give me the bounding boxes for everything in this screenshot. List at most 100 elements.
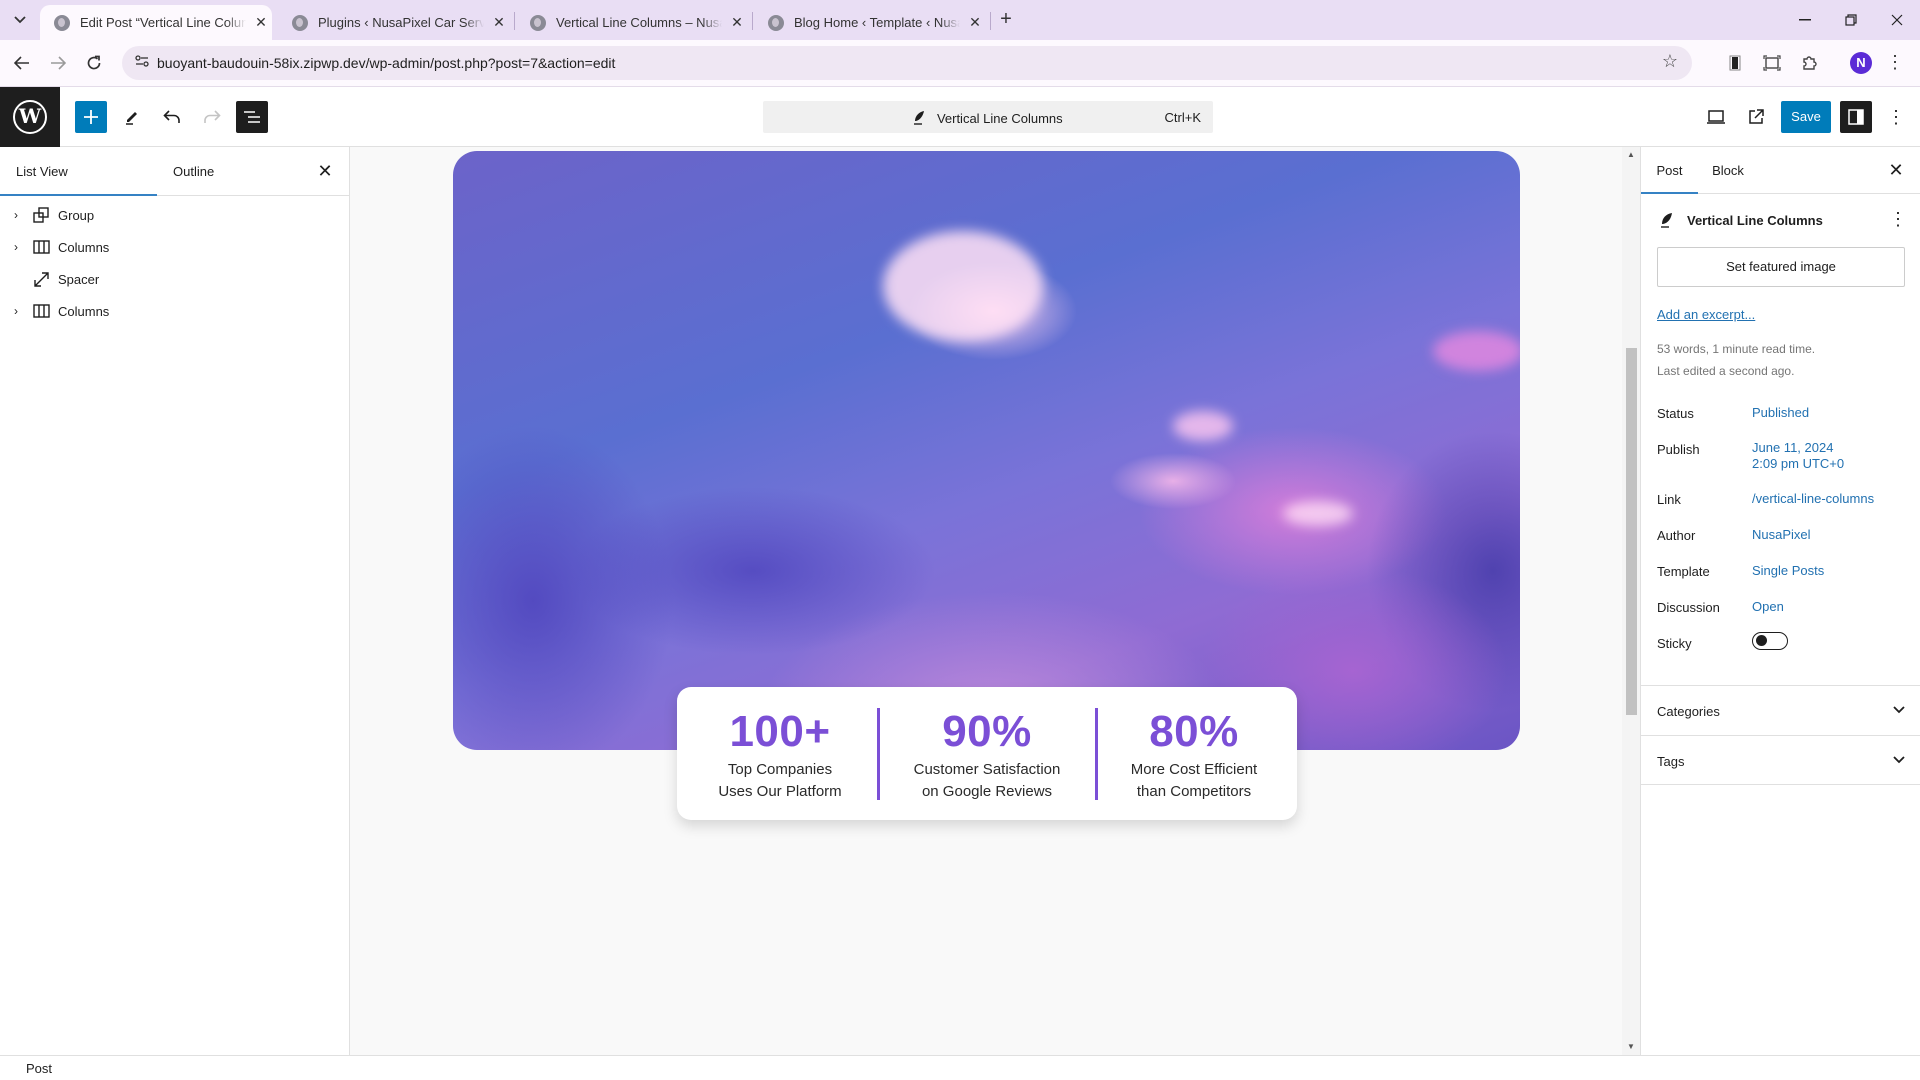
tags-panel-toggle[interactable]: Tags (1641, 735, 1920, 785)
wordpress-logo-button[interactable]: W (0, 87, 60, 147)
arrow-right-icon (51, 56, 66, 70)
save-button[interactable]: Save (1781, 101, 1831, 133)
tab-title: Edit Post “Vertical Line Columns” (80, 15, 246, 30)
new-tab-button[interactable]: + (995, 9, 1017, 31)
command-palette-bar[interactable]: Vertical Line Columns Ctrl+K (763, 101, 1213, 133)
tools-button[interactable] (116, 101, 148, 133)
close-icon (1891, 14, 1903, 26)
browser-tab-edit-post[interactable]: Edit Post “Vertical Line Columns” ✕ (40, 5, 272, 40)
preview-button[interactable] (1700, 101, 1732, 133)
close-tab-icon[interactable]: ✕ (490, 14, 508, 31)
tab-post[interactable]: Post (1641, 147, 1698, 194)
bookmark-star-icon[interactable]: ☆ (1662, 51, 1678, 72)
hero-cloud-image[interactable] (453, 151, 1520, 750)
url-text[interactable]: buoyant-baudouin-58ix.zipwp.dev/wp-admin… (157, 55, 615, 71)
reload-button[interactable] (82, 51, 106, 75)
chevron-right-icon[interactable]: › (0, 208, 32, 222)
chevron-down-icon (1893, 702, 1905, 717)
tab-block[interactable]: Block (1698, 147, 1758, 194)
view-post-button[interactable] (1740, 101, 1772, 133)
discussion-label: Discussion (1657, 600, 1720, 615)
columns-icon (32, 238, 50, 256)
plus-icon (84, 110, 98, 124)
cloud-highlight (1433, 331, 1520, 371)
author-label: Author (1657, 528, 1696, 543)
list-item-group[interactable]: › Group (0, 199, 349, 231)
back-button[interactable] (10, 51, 34, 75)
profile-avatar[interactable]: N (1850, 52, 1872, 74)
arrow-left-icon (14, 56, 29, 70)
command-bar-title: Vertical Line Columns (936, 111, 1063, 126)
post-actions-menu-icon[interactable]: ⋮ (1889, 209, 1907, 230)
stats-card[interactable]: 100+ Top Companies Uses Our Platform 90%… (677, 687, 1297, 820)
options-menu-icon[interactable]: ⋮ (1880, 101, 1912, 133)
set-featured-image-button[interactable]: Set featured image (1657, 247, 1905, 287)
tab-search-dropdown[interactable] (8, 9, 32, 31)
address-bar[interactable]: buoyant-baudouin-58ix.zipwp.dev/wp-admin… (122, 46, 1692, 80)
chevron-right-icon[interactable]: › (0, 240, 32, 254)
link-value[interactable]: /vertical-line-columns (1752, 491, 1874, 507)
close-tab-icon[interactable]: ✕ (252, 14, 270, 31)
breadcrumb-post[interactable]: Post (26, 1061, 52, 1076)
tab-list-view[interactable]: List View (0, 147, 157, 196)
forward-button[interactable] (46, 51, 70, 75)
list-item-columns[interactable]: › Columns (0, 295, 349, 327)
post-title: Vertical Line Columns (1687, 213, 1823, 228)
block-inserter-button[interactable] (75, 101, 107, 133)
browser-tab-plugins[interactable]: Plugins ‹ NusaPixel Car Service — ✕ (278, 5, 510, 40)
categories-panel-toggle[interactable]: Categories (1641, 685, 1920, 735)
browser-tab-strip: Edit Post “Vertical Line Columns” ✕ Plug… (0, 0, 1920, 40)
extensions-button[interactable] (1797, 51, 1821, 75)
command-shortcut: Ctrl+K (1164, 110, 1201, 125)
browser-tab-vertical-line-columns[interactable]: Vertical Line Columns – NusaPixel ✕ (516, 5, 748, 40)
list-item-label: Spacer (58, 271, 100, 287)
sticky-toggle[interactable] (1752, 632, 1788, 650)
scroll-down-arrow-icon[interactable]: ▼ (1622, 1039, 1640, 1055)
restore-button[interactable] (1836, 8, 1866, 32)
close-tab-icon[interactable]: ✕ (966, 14, 984, 31)
browser-tab-blog-home[interactable]: Blog Home ‹ Template ‹ NusaPixel ✕ (754, 5, 986, 40)
tab-outline[interactable]: Outline (157, 147, 314, 196)
redo-button[interactable] (196, 101, 228, 133)
editor-canvas[interactable]: 100+ Top Companies Uses Our Platform 90%… (350, 147, 1622, 1055)
link-label: Link (1657, 492, 1681, 507)
document-overview-button[interactable] (236, 101, 268, 133)
status-value[interactable]: Published (1752, 405, 1809, 421)
scrollbar-thumb[interactable] (1626, 348, 1637, 715)
canvas-scrollbar[interactable]: ▲ ▼ (1622, 147, 1640, 1055)
undo-button[interactable] (156, 101, 188, 133)
list-view-icon (244, 111, 260, 123)
scroll-up-arrow-icon[interactable]: ▲ (1622, 147, 1640, 163)
discussion-value[interactable]: Open (1752, 599, 1784, 615)
status-label: Status (1657, 406, 1694, 421)
stat-cost-efficiency: 80% More Cost Efficient than Competitors (1091, 687, 1297, 820)
screenshot-extension-button[interactable] (1760, 51, 1784, 75)
browser-toolbar: buoyant-baudouin-58ix.zipwp.dev/wp-admin… (0, 40, 1920, 87)
close-list-view-icon[interactable]: ✕ (315, 161, 335, 181)
settings-sidebar-toggle[interactable] (1840, 101, 1872, 133)
author-value[interactable]: NusaPixel (1752, 527, 1811, 543)
close-tab-icon[interactable]: ✕ (728, 14, 746, 31)
sticky-label: Sticky (1657, 636, 1692, 651)
list-item-label: Columns (58, 239, 110, 255)
editor-header: W Vertical Line Columns Ctrl+K Save ⋮ (0, 87, 1920, 147)
browser-menu-icon[interactable]: ⋮ (1885, 52, 1905, 76)
close-sidebar-icon[interactable]: ✕ (1886, 160, 1906, 180)
template-value[interactable]: Single Posts (1752, 563, 1824, 579)
list-item-columns[interactable]: › Columns (0, 231, 349, 263)
list-item-spacer[interactable]: Spacer (0, 263, 349, 295)
minimize-button[interactable] (1790, 8, 1820, 32)
extension-icon-sidepanel[interactable] (1723, 51, 1747, 75)
pencil-icon (126, 112, 137, 125)
close-window-button[interactable] (1882, 8, 1912, 32)
chevron-right-icon[interactable]: › (0, 304, 32, 318)
site-info-icon[interactable] (132, 53, 152, 73)
redo-icon (204, 110, 221, 123)
group-icon (32, 206, 50, 224)
external-link-icon (1749, 109, 1764, 124)
chevron-down-icon (14, 16, 26, 24)
add-excerpt-link[interactable]: Add an excerpt... (1657, 307, 1755, 322)
publish-date-value[interactable]: June 11, 2024 2:09 pm UTC+0 (1752, 440, 1844, 472)
sidebar-tabs: Post Block ✕ (1641, 147, 1920, 194)
globe-icon (530, 14, 546, 31)
